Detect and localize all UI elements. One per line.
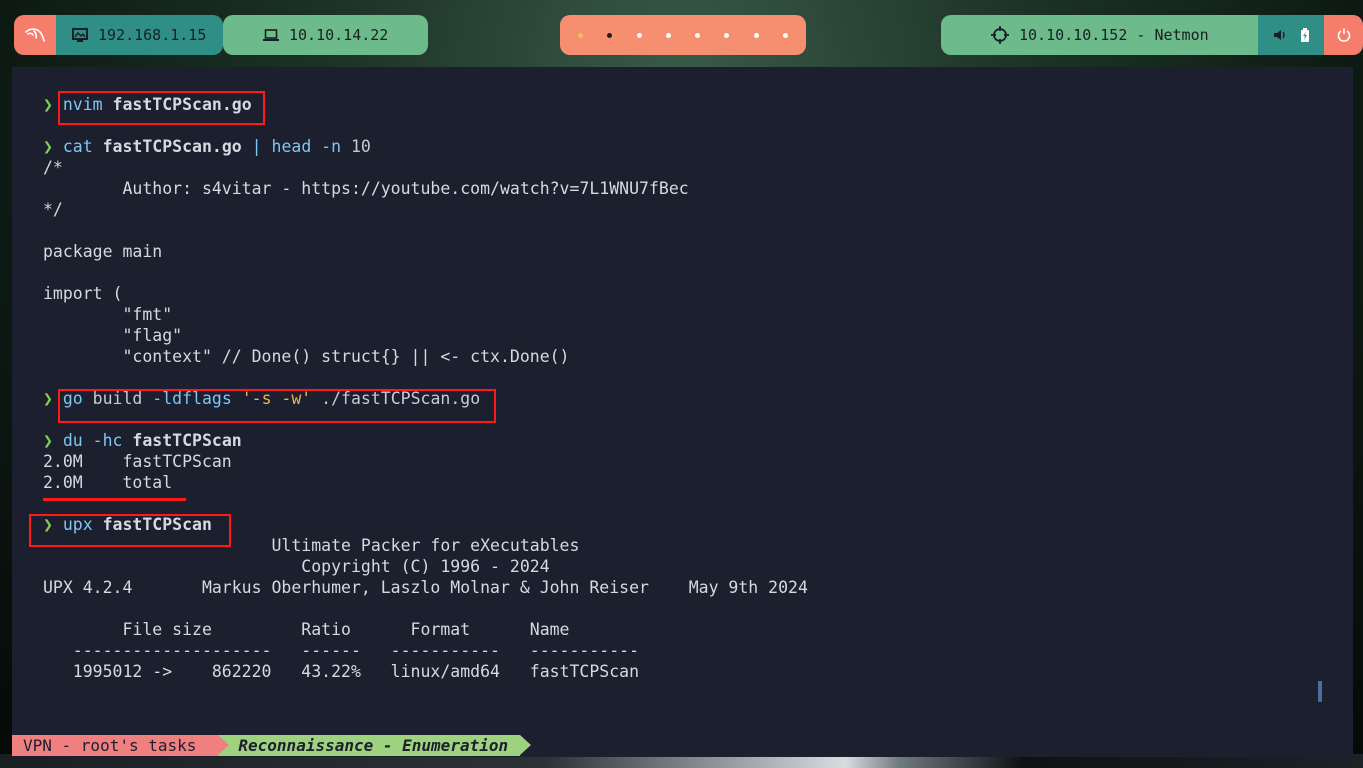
vpn-ip-text: 10.10.14.22 bbox=[289, 26, 389, 44]
target-text: 10.10.10.152 - Netmon bbox=[1019, 26, 1209, 44]
workspace-dot-4[interactable] bbox=[665, 32, 671, 38]
workspace-dot-1[interactable] bbox=[578, 32, 584, 38]
output-line: "fmt" bbox=[43, 305, 173, 324]
output-line: Copyright (C) 1996 - 2024 bbox=[43, 557, 550, 576]
output-line: /* bbox=[43, 158, 63, 177]
output-line: File size Ratio Format Name bbox=[43, 620, 570, 639]
kali-dragon-icon bbox=[25, 28, 45, 42]
command-flag: -hc bbox=[82, 431, 123, 450]
command-line-cat: ❯ cat fastTCPScan.go | head -n 10 bbox=[43, 136, 808, 157]
highlight-box-nvim bbox=[58, 91, 265, 125]
output-line: 2.0M total bbox=[43, 473, 173, 492]
workspace-dot-6[interactable] bbox=[724, 32, 730, 38]
workspace-dot-5[interactable] bbox=[695, 32, 701, 38]
host-ip-widget[interactable]: 192.168.1.15 bbox=[56, 15, 223, 55]
workspace-dot-3[interactable] bbox=[636, 32, 642, 38]
prompt-symbol: ❯ bbox=[43, 95, 53, 114]
output-line: "context" // Done() struct{} || <- ctx.D… bbox=[43, 347, 570, 366]
crosshair-icon bbox=[991, 26, 1009, 44]
command-flag: -n bbox=[311, 137, 342, 156]
workspace-switcher[interactable] bbox=[560, 15, 806, 55]
command-name: cat bbox=[62, 137, 93, 156]
command-name: du bbox=[62, 431, 83, 450]
battery-icon[interactable] bbox=[1300, 28, 1310, 42]
terminal-output: ❯ nvim fastTCPScan.go ❯ cat fastTCPScan.… bbox=[43, 94, 808, 682]
output-line: Author: s4vitar - https://youtube.com/wa… bbox=[43, 179, 689, 198]
highlight-underline-total bbox=[43, 498, 186, 501]
command-arg: fastTCPScan.go bbox=[92, 137, 252, 156]
pipe-symbol: | bbox=[251, 137, 262, 156]
output-line: 1995012 -> 862220 43.22% linux/amd64 fas… bbox=[43, 662, 640, 681]
output-line: */ bbox=[43, 200, 63, 219]
output-line: -------------------- ------ ----------- … bbox=[43, 641, 640, 660]
output-line: "flag" bbox=[43, 326, 183, 345]
output-line: 2.0M fastTCPScan bbox=[43, 452, 232, 471]
power-icon bbox=[1337, 28, 1350, 42]
laptop-icon bbox=[263, 29, 279, 41]
kali-menu-button[interactable] bbox=[14, 15, 56, 55]
system-tray bbox=[1258, 15, 1324, 55]
workspace-dot-8[interactable] bbox=[782, 32, 788, 38]
command-name: head bbox=[261, 137, 312, 156]
volume-icon[interactable] bbox=[1273, 29, 1287, 41]
workspace-dot-7[interactable] bbox=[753, 32, 759, 38]
prompt-symbol: ❯ bbox=[43, 389, 53, 408]
highlight-box-upx bbox=[29, 514, 231, 547]
session-label: VPN - root's tasks bbox=[12, 735, 230, 756]
tmux-status-bar: VPN - root's tasks Reconnaissance - Enum… bbox=[12, 735, 531, 756]
prompt-symbol: ❯ bbox=[43, 137, 53, 156]
power-button[interactable] bbox=[1324, 15, 1363, 55]
vpn-ip-widget[interactable]: 10.10.14.22 bbox=[223, 15, 428, 55]
highlight-box-go-build bbox=[58, 389, 496, 423]
text-cursor bbox=[1318, 681, 1322, 702]
workspace-dot-2[interactable] bbox=[607, 32, 613, 38]
window-label[interactable]: Reconnaissance - Enumeration bbox=[218, 735, 531, 756]
output-line: UPX 4.2.4 Markus Oberhumer, Laszlo Molna… bbox=[43, 578, 808, 597]
command-line-du: ❯ du -hc fastTCPScan bbox=[43, 430, 808, 451]
output-line: import ( bbox=[43, 284, 123, 303]
command-number: 10 bbox=[341, 137, 371, 156]
prompt-symbol: ❯ bbox=[43, 431, 53, 450]
terminal-window[interactable]: ❯ nvim fastTCPScan.go ❯ cat fastTCPScan.… bbox=[12, 67, 1353, 757]
output-line: package main bbox=[43, 242, 163, 261]
command-arg: fastTCPScan bbox=[122, 431, 242, 450]
monitor-icon bbox=[72, 28, 88, 42]
host-ip-text: 192.168.1.15 bbox=[98, 26, 207, 44]
target-widget[interactable]: 10.10.10.152 - Netmon bbox=[941, 15, 1258, 55]
